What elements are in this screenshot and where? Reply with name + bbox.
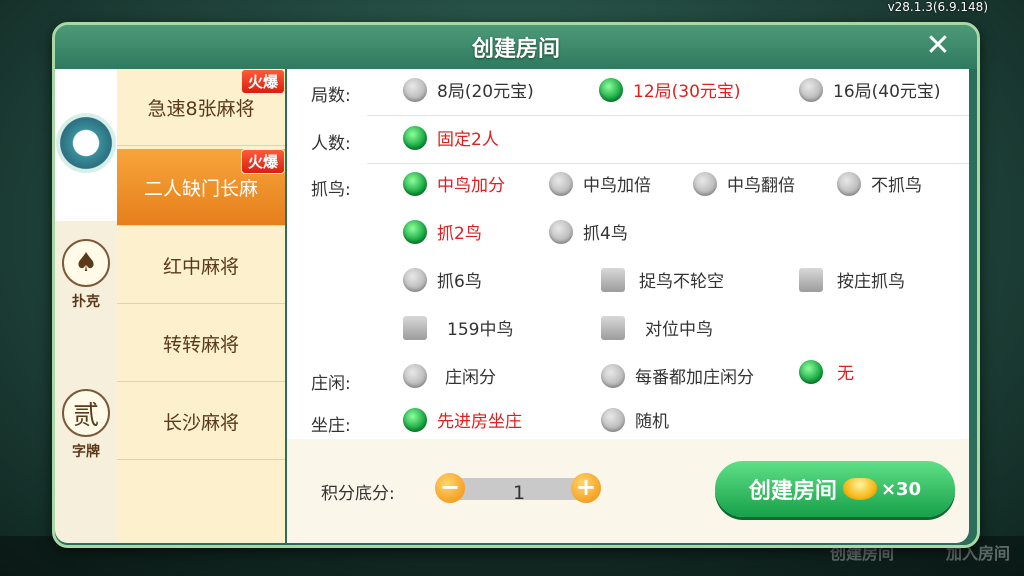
birds-option-jiafen[interactable]: 中鸟加分 [403,171,505,196]
hot-badge: 火爆 [240,69,285,94]
birds-label: 抓鸟: [311,180,351,200]
rounds-label: 局数: [311,86,351,106]
birds-option-jiabei[interactable]: 中鸟加倍 [549,171,651,196]
radio-selected-icon [403,171,427,196]
birds-option-fanbei[interactable]: 中鸟翻倍 [693,171,795,196]
create-room-label: 创建房间 [748,479,837,504]
game-item-jisu8[interactable]: 急速8张麻将 火爆 [117,69,285,146]
close-icon[interactable]: ✕ [923,31,953,61]
radio-selected-icon [403,219,427,244]
category-sidebar: ♠ 扑克 贰 字牌 [55,69,117,543]
seat-option-random[interactable]: 随机 [601,407,669,432]
score-label: 积分底分: [321,484,395,504]
game-item-zhuanzhuan[interactable]: 转转麻将 [117,305,285,382]
rounds-option-12[interactable]: 12局(30元宝) [599,77,741,102]
radio-icon [601,407,625,432]
radio-selected-icon [799,359,823,384]
create-room-cost: ×30 [880,478,922,500]
players-option-2[interactable]: 固定2人 [403,125,499,150]
radio-icon [799,77,823,102]
checkbox-icon [799,267,823,292]
category-poker[interactable]: ♠ 扑克 [55,239,117,311]
checkbox-duiwei[interactable]: 对位中鸟 [601,315,713,340]
radio-icon [693,171,717,196]
create-room-button[interactable]: 创建房间 ×30 [715,461,955,517]
banker-option-fen[interactable]: 庄闲分 [403,363,496,388]
create-room-dialog: 创建房间 ✕ ♠ 扑克 贰 字牌 急速8张麻将 火爆 二人缺门长麻 火爆 红中麻… [52,22,980,548]
hot-badge: 火爆 [240,149,285,174]
gold-ingot-icon [842,478,877,500]
radio-icon [403,77,427,102]
seat-option-first[interactable]: 先进房坐庄 [403,407,522,432]
game-item-erren[interactable]: 二人缺门长麻 火爆 [117,149,285,226]
rounds-option-8[interactable]: 8局(20元宝) [403,77,534,102]
radio-selected-icon [403,125,427,150]
banker-option-meifan[interactable]: 每番都加庄闲分 [601,363,754,388]
birds-count-2[interactable]: 抓2鸟 [403,219,482,244]
checkbox-anzhuang[interactable]: 按庄抓鸟 [799,267,905,292]
seat-label: 坐庄: [311,416,351,436]
banker-option-none[interactable]: 无 [799,359,854,384]
version-label: v28.1.3(6.9.148) [887,0,988,14]
score-stepper: 1 − + [435,473,603,505]
game-label: 长沙麻将 [162,411,239,434]
category-zipai[interactable]: 贰 字牌 [55,389,117,461]
checkbox-zhuoniao[interactable]: 捉鸟不轮空 [601,267,724,292]
checkbox-icon [601,267,625,292]
birds-option-none[interactable]: 不抓鸟 [837,171,922,196]
game-label: 二人缺门长麻 [143,177,258,200]
checkbox-icon [403,315,427,340]
radio-icon [837,171,861,196]
birds-count-4[interactable]: 抓4鸟 [549,219,628,244]
dialog-title: 创建房间 [471,37,560,62]
radio-selected-icon [599,77,623,102]
spade-icon: ♠ [62,239,110,287]
rounds-option-16[interactable]: 16局(40元宝) [799,77,941,102]
stepper-track: 1 [449,478,589,504]
players-label: 人数: [311,134,351,154]
category-poker-label: 扑克 [72,294,100,310]
game-label: 红中麻将 [162,255,239,278]
checkbox-icon [601,315,625,340]
divider [367,163,969,164]
game-item-changsha[interactable]: 长沙麻将 [117,383,285,460]
radio-icon [403,267,427,292]
checkbox-159[interactable]: 159中鸟 [403,315,513,340]
minus-button[interactable]: − [435,473,465,503]
radio-icon [549,219,573,244]
game-item-hongzhong[interactable]: 红中麻将 [117,227,285,304]
game-list: 急速8张麻将 火爆 二人缺门长麻 火爆 红中麻将 转转麻将 长沙麻将 [117,69,285,543]
category-zipai-label: 字牌 [72,444,100,460]
score-value: 1 [512,482,526,504]
birds-count-6[interactable]: 抓6鸟 [403,267,482,292]
radio-icon [403,363,427,388]
dialog-title-bar: 创建房间 ✕ [55,25,977,69]
mahjong-flower-icon [56,113,116,173]
game-label: 转转麻将 [162,333,239,356]
radio-selected-icon [403,407,427,432]
game-label: 急速8张麻将 [147,97,255,120]
category-mahjong[interactable] [55,69,117,221]
zipai-icon: 贰 [62,389,110,437]
radio-icon [601,363,625,388]
banker-label: 庄闲: [311,374,351,394]
options-panel: 局数: 8局(20元宝) 12局(30元宝) 16局(40元宝) 人数: 固定2… [287,69,969,439]
dialog-footer: 积分底分: 1 − + 创建房间 ×30 [287,439,969,543]
radio-icon [549,171,573,196]
divider [367,115,969,116]
plus-button[interactable]: + [571,473,601,503]
